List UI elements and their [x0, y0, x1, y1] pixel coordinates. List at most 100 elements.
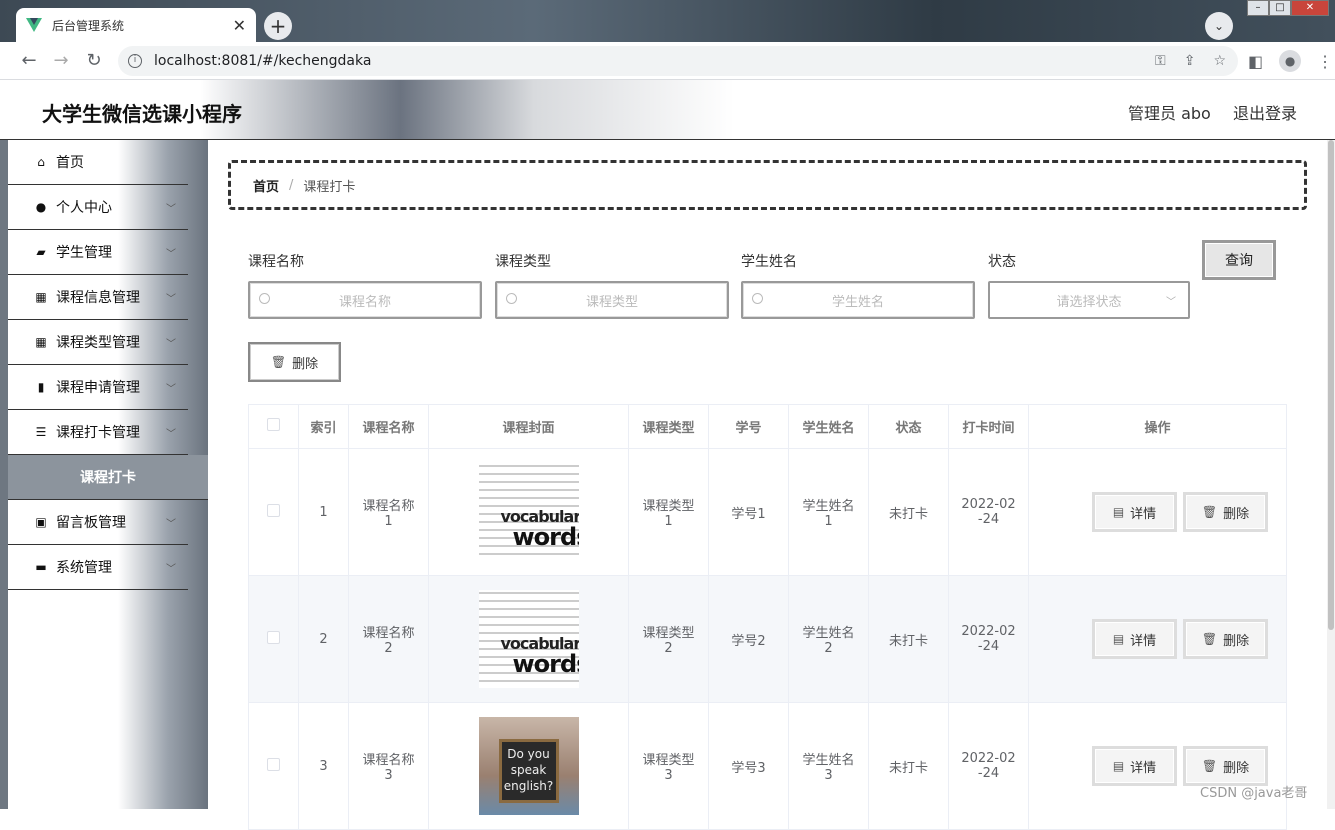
column-header: 状态 — [868, 404, 949, 449]
batch-delete-button[interactable]: 🗑 删除 — [248, 342, 341, 382]
side-panel-icon[interactable]: ◧ — [1248, 52, 1263, 71]
cell-student-id: 学号3 — [708, 702, 789, 830]
cell-text: 2 — [824, 641, 833, 656]
sidebar-item[interactable]: ☰ 课程打卡管理 ﹀ — [8, 410, 188, 455]
row-checkbox[interactable] — [267, 503, 280, 517]
cell-text: 3 — [664, 768, 673, 783]
forward-icon[interactable]: → — [50, 50, 72, 71]
course-name-input[interactable]: 课程名称 — [248, 281, 482, 319]
page-scrollbar[interactable] — [1327, 140, 1335, 809]
logout-link[interactable]: 退出登录 — [1233, 100, 1297, 124]
document-icon: ▤ — [1112, 505, 1125, 519]
browser-tab[interactable]: 后台管理系统 ✕ — [16, 8, 256, 42]
url-text[interactable]: localhost:8081/#/kechengdaka — [154, 53, 1155, 69]
minimize-icon[interactable]: – — [1247, 0, 1269, 16]
reload-icon[interactable]: ↻ — [83, 50, 105, 71]
site-info-icon[interactable]: i — [128, 54, 142, 68]
clipboard-icon: ▣ — [35, 515, 47, 529]
cell-index: 1 — [298, 448, 349, 576]
detail-label: 详情 — [1130, 760, 1157, 776]
cover-board-text: Do you speak english? — [498, 739, 559, 803]
vue-logo-icon — [26, 18, 42, 32]
tab-search-icon[interactable]: ⌄ — [1205, 12, 1233, 40]
course-name-placeholder: 课程名称 — [338, 294, 391, 310]
student-name-input[interactable]: 学生姓名 — [741, 281, 975, 319]
row-checkbox[interactable] — [267, 757, 280, 771]
cell-text: 课程类型 — [642, 626, 695, 641]
cell-student-name: 学生姓名 2 — [788, 575, 869, 703]
row-checkbox[interactable] — [267, 630, 280, 644]
search-icon — [259, 293, 270, 304]
sidebar-subitem-checkin[interactable]: 课程打卡 — [8, 455, 208, 500]
course-type-input[interactable]: 课程类型 — [495, 281, 729, 319]
tab-close-icon[interactable]: ✕ — [233, 16, 246, 35]
maximize-icon[interactable]: □ — [1269, 0, 1291, 16]
back-icon[interactable]: ← — [18, 50, 40, 71]
profile-avatar-icon[interactable]: ● — [1279, 50, 1302, 72]
delete-button[interactable]: 🗑 删除 — [1183, 619, 1268, 659]
cell-text: 2022-02 — [961, 624, 1016, 639]
detail-button[interactable]: ▤ 详情 — [1092, 492, 1177, 532]
new-tab-button[interactable]: + — [264, 12, 292, 40]
home-icon: ⌂ — [37, 155, 45, 169]
student-name-placeholder: 学生姓名 — [831, 294, 884, 310]
table-row: 2课程名称2vocabularywords课程类型2学号2学生姓名2未打卡202… — [248, 575, 1287, 703]
menu-dots-icon[interactable]: ⋮ — [1317, 52, 1333, 71]
breadcrumb-current: 课程打卡 — [303, 179, 356, 195]
sidebar-item[interactable]: ⌂ 首页 — [8, 140, 188, 185]
chevron-down-icon: ﹀ — [1166, 296, 1176, 308]
sidebar-item[interactable]: ▣ 留言板管理 ﹀ — [8, 500, 188, 545]
trash-icon: 🗑 — [1201, 632, 1218, 646]
cell-course-name: 课程名称 3 — [348, 702, 429, 830]
window-close-icon[interactable]: ✕ — [1291, 0, 1329, 16]
sidebar-item[interactable]: ▬ 系统管理 ﹀ — [8, 545, 188, 590]
sidebar-item[interactable]: ▰ 学生管理 ﹀ — [8, 230, 188, 275]
tab-title: 后台管理系统 — [52, 18, 125, 33]
cell-actions: ▤ 详情 🗑 删除 — [1028, 575, 1287, 703]
delete-button[interactable]: 🗑 删除 — [1183, 492, 1268, 532]
cell-text: 学生姓名 — [802, 753, 855, 768]
cell-course-name: 课程名称 2 — [348, 575, 429, 703]
sidebar-item[interactable]: ● 个人中心 ﹀ — [8, 185, 188, 230]
query-button[interactable]: 查询 — [1202, 240, 1276, 280]
cell-text: 2022-02 — [961, 751, 1016, 766]
grid-icon: ▦ — [35, 335, 47, 349]
breadcrumb-separator: / — [289, 177, 294, 193]
sidebar-item-label: 课程打卡管理 — [56, 425, 140, 441]
share-icon[interactable]: ⇪ — [1184, 53, 1196, 69]
status-select[interactable]: 请选择状态 ﹀ — [988, 281, 1190, 319]
cell-text: 课程类型 — [642, 753, 695, 768]
column-header: 课程封面 — [428, 404, 629, 449]
table-row: 3 课程名称 3 Do you speak english? 课程类型 3 学号3 学生姓名 3… — [248, 702, 1287, 830]
sidebar-item[interactable]: ▮ 课程申请管理 ﹀ — [8, 365, 188, 410]
sidebar-item[interactable]: ▦ 课程类型管理 ﹀ — [8, 320, 188, 365]
detail-button[interactable]: ▤ 详情 — [1092, 746, 1177, 786]
scrollbar-thumb[interactable] — [1328, 140, 1334, 630]
cell-cover: Do you speak english? — [428, 702, 629, 830]
sidebar-item-label: 首页 — [56, 155, 84, 171]
column-header: 学号 — [708, 404, 789, 449]
detail-label: 详情 — [1130, 506, 1157, 522]
breadcrumb-home[interactable]: 首页 — [253, 176, 279, 195]
monitor-icon: ▬ — [35, 560, 47, 574]
course-type-placeholder: 课程类型 — [585, 294, 638, 310]
status-label: 状态 — [988, 254, 1016, 270]
star-icon[interactable]: ☆ — [1213, 53, 1226, 69]
column-header: 学生姓名 — [788, 404, 869, 449]
cell-status: 未打卡 — [868, 575, 949, 703]
detail-button[interactable]: ▤ 详情 — [1092, 619, 1177, 659]
sidebar-item-label: 系统管理 — [56, 560, 112, 576]
column-header: 索引 — [298, 404, 349, 449]
cell-text: 学生姓名 — [802, 626, 855, 641]
chevron-down-icon: ﹀ — [166, 518, 176, 530]
select-all-checkbox[interactable] — [267, 418, 280, 431]
student-name-label: 学生姓名 — [741, 254, 797, 270]
column-header: 操作 — [1028, 404, 1287, 449]
key-icon[interactable]: ⚿ — [1155, 53, 1166, 69]
delete-button[interactable]: 🗑 删除 — [1183, 746, 1268, 786]
batch-delete-label: 删除 — [292, 356, 319, 372]
delete-label: 删除 — [1223, 633, 1250, 649]
url-bar[interactable]: i localhost:8081/#/kechengdaka ⚿ ⇪ ☆ — [118, 46, 1238, 76]
sidebar-item[interactable]: ▦ 课程信息管理 ﹀ — [8, 275, 188, 320]
cell-text: 学生姓名 — [802, 499, 855, 514]
